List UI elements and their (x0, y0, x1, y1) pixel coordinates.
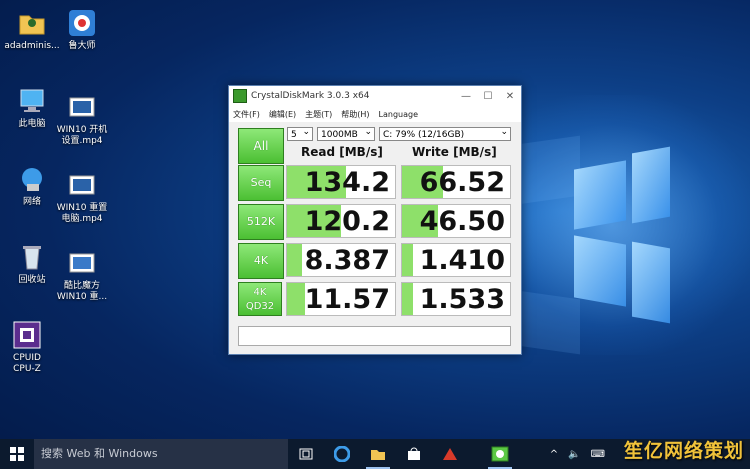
edge-icon[interactable] (324, 439, 360, 469)
512k-write-cell: 46.50 (401, 204, 511, 238)
windows-logo-pane (632, 146, 670, 224)
seq-read-cell: 134.2 (286, 165, 396, 199)
4k-read-cell: 8.387 (286, 243, 396, 277)
network-icon (17, 164, 47, 194)
file-explorer-icon[interactable] (360, 439, 396, 469)
512k-read-value: 120.2 (304, 206, 390, 237)
seq-read-value: 134.2 (304, 167, 390, 198)
4k-qd32-read-bar (287, 283, 306, 315)
4k-write-cell: 1.410 (401, 243, 511, 277)
drive-select[interactable]: C: 79% (12/16GB) (379, 125, 511, 141)
windows-logo-pane (574, 160, 626, 230)
window-title: CrystalDiskMark 3.0.3 x64 (251, 91, 370, 101)
all-button[interactable]: All (238, 128, 284, 164)
desktop-icon-label: 鲁大师 (68, 41, 96, 51)
start-button[interactable] (0, 439, 34, 469)
ludashi-icon (67, 8, 97, 38)
close-button[interactable]: ✕ (499, 91, 521, 102)
desktop-icon-video-1[interactable]: WIN10 开机 设置.mp4 (46, 92, 118, 147)
cpuz-icon (12, 320, 42, 350)
keyboard-icon[interactable]: ⌨ (591, 449, 605, 460)
app-icon (233, 89, 247, 103)
menu-bar: 文件(F) 编辑(E) 主题(T) 帮助(H) Language (229, 106, 521, 122)
watermark: 笙亿网络策划 (623, 440, 744, 462)
video-file-icon (67, 92, 97, 122)
desktop-icon-ludashi[interactable]: 鲁大师 (46, 8, 118, 52)
size-select[interactable]: 1000MB (317, 125, 375, 141)
512k-button[interactable]: 512K (238, 204, 284, 240)
windows-logo-pane (574, 235, 626, 307)
4k-button[interactable]: 4K (238, 243, 284, 279)
search-box[interactable]: 搜索 Web 和 Windows (34, 439, 288, 469)
write-header: Write [MB/s] (412, 145, 497, 159)
menu-theme[interactable]: 主题(T) (305, 109, 332, 120)
menu-help[interactable]: 帮助(H) (341, 109, 369, 120)
desktop-icon-label: WIN10 开机 设置.mp4 (56, 125, 108, 146)
512k-read-cell: 120.2 (286, 204, 396, 238)
task-view-icon[interactable] (288, 439, 324, 469)
4k-qd32-read-cell: 11.57 (286, 282, 396, 316)
volume-icon[interactable]: 🔈 (568, 449, 580, 460)
crystaldiskmark-window: CrystalDiskMark 3.0.3 x64 — ☐ ✕ 文件(F) 编辑… (228, 85, 522, 355)
desktop-icon-label: 酷比魔方 WIN10 重... (56, 281, 108, 302)
4k-qd32-write-value: 1.533 (419, 284, 505, 315)
minimize-button[interactable]: — (455, 91, 477, 102)
video-file-icon (67, 170, 97, 200)
folder-icon (17, 8, 47, 38)
windows-logo-pane (632, 241, 670, 324)
store-icon[interactable] (396, 439, 432, 469)
desktop-icon-label: WIN10 重置 电脑.mp4 (56, 203, 108, 224)
computer-icon (17, 86, 47, 116)
video-file-icon (67, 248, 97, 278)
crystaldiskmark-icon[interactable] (482, 439, 518, 469)
4k-qd32-write-bar (402, 283, 413, 315)
4k-write-value: 1.410 (419, 245, 505, 276)
menu-language[interactable]: Language (379, 110, 418, 119)
system-tray: ^ 🔈 ⌨ (545, 439, 610, 469)
chevron-up-icon[interactable]: ^ (550, 449, 558, 460)
4k-qd32-write-cell: 1.533 (401, 282, 511, 316)
menu-file[interactable]: 文件(F) (233, 109, 260, 120)
window-titlebar[interactable]: CrystalDiskMark 3.0.3 x64 — ☐ ✕ (229, 86, 521, 106)
4k-write-bar (402, 244, 413, 276)
recycle-bin-icon (17, 242, 47, 272)
4k-qd32-read-value: 11.57 (304, 284, 390, 315)
maximize-button[interactable]: ☐ (477, 91, 499, 102)
comment-field[interactable] (238, 326, 511, 346)
read-header: Read [MB/s] (301, 145, 383, 159)
menu-edit[interactable]: 编辑(E) (269, 109, 296, 120)
desktop-icon-label: CPUID CPU-Z (13, 353, 41, 374)
windows-start-icon (10, 447, 24, 461)
seq-write-cell: 66.52 (401, 165, 511, 199)
desktop-icon-video-2[interactable]: WIN10 重置 电脑.mp4 (46, 170, 118, 225)
seq-button[interactable]: Seq (238, 165, 284, 201)
seq-write-value: 66.52 (419, 167, 505, 198)
4k-qd32-button[interactable]: 4K QD32 (238, 282, 282, 316)
512k-write-value: 46.50 (419, 206, 505, 237)
desktop-icon-video-3[interactable]: 酷比魔方 WIN10 重... (46, 248, 118, 303)
app-red-icon[interactable] (432, 439, 468, 469)
count-select[interactable]: 5 (287, 125, 313, 141)
4k-read-bar (287, 244, 303, 276)
4k-read-value: 8.387 (304, 245, 390, 276)
desktop-icon-cpuz[interactable]: CPUID CPU-Z (0, 320, 63, 375)
